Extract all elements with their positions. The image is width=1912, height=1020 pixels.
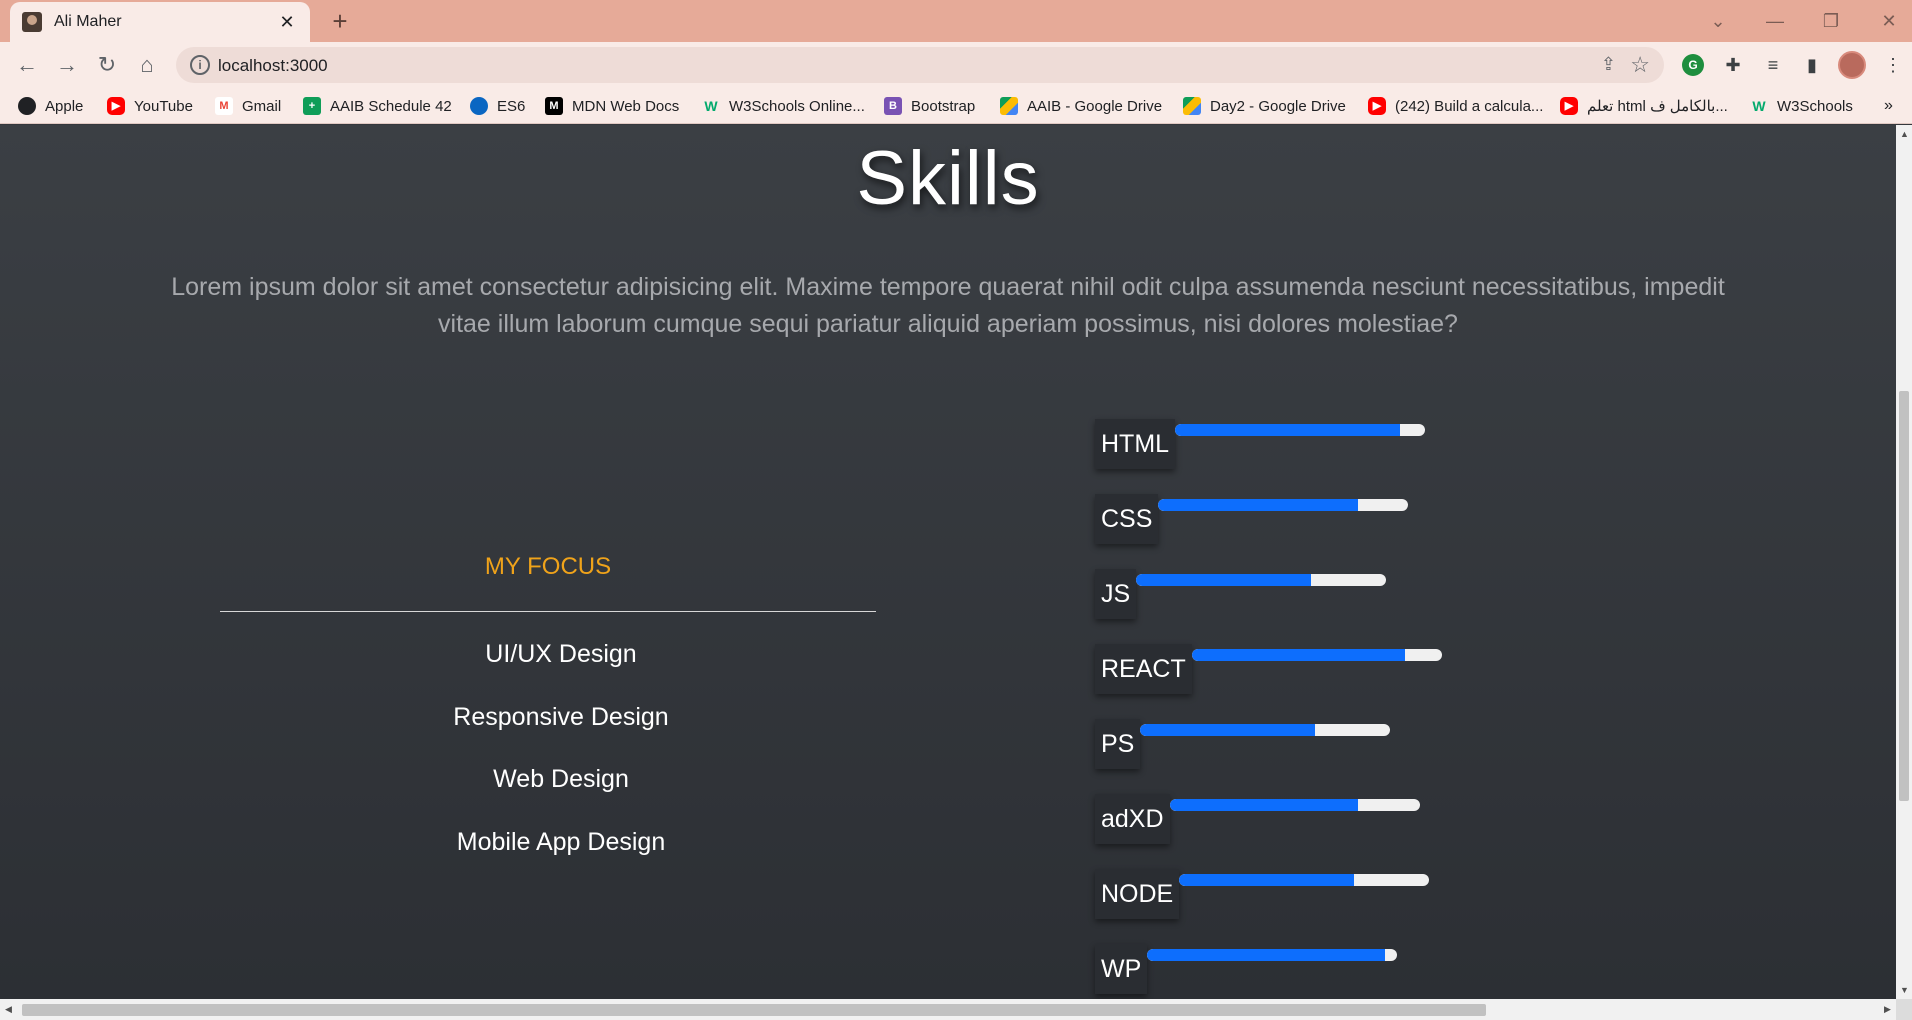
skill-label: JS [1095,569,1137,619]
bookmark-item[interactable]: ES6 [470,88,525,124]
bookmark-item[interactable]: ▶ تعلم html بالكامل ف... [1560,88,1728,124]
back-icon[interactable]: ← [10,48,44,82]
scroll-left-arrow-icon[interactable]: ◀ [5,1004,12,1015]
bookmark-item[interactable]: Day2 - Google Drive [1183,88,1346,124]
close-window-button[interactable]: ✕ [1869,6,1909,36]
skill-progress-bar [1158,499,1408,511]
reading-list-icon[interactable]: ≡ [1760,52,1786,78]
skill-progress-bar [1175,424,1425,436]
page-viewport: Skills Lorem ipsum dolor sit amet consec… [0,125,1896,999]
skill-label: HTML [1095,419,1176,469]
focus-item: Web Design [493,765,629,793]
scrollbar-corner [1896,999,1912,1020]
skill-progress-fill [1179,874,1354,886]
skill-label: REACT [1095,644,1192,694]
horizontal-scrollbar[interactable]: ◀ ▶ [0,999,1896,1020]
bookmark-item[interactable]: W W3Schools [1750,88,1852,124]
globe-icon [18,97,36,115]
tab-favicon-icon [22,12,42,32]
forward-icon[interactable]: → [50,48,84,82]
skill-progress-fill [1140,724,1315,736]
vertical-scroll-thumb[interactable] [1899,391,1909,801]
restore-button[interactable]: ❐ [1811,6,1851,36]
bookmark-item[interactable]: + AAIB Schedule 42 [303,88,452,124]
skill-label: adXD [1095,794,1170,844]
skill-progress-bar [1147,949,1397,961]
bookmark-item[interactable]: ▶ (242) Build a calcula... [1368,88,1543,124]
tab-strip: Ali Maher ✕ + ⌄ — ❐ ✕ [0,0,1912,42]
minimize-button[interactable]: — [1755,6,1795,36]
bookmark-item[interactable]: M MDN Web Docs [545,88,679,124]
w3schools-icon: W [1752,98,1766,114]
bookmarks-overflow-button[interactable]: » [1884,88,1893,124]
skill-progress-bar [1179,874,1429,886]
bookmark-item[interactable]: ▶ YouTube [107,88,193,124]
drive-icon [1183,97,1201,115]
youtube-icon: ▶ [107,97,125,115]
close-tab-icon[interactable]: ✕ [276,12,298,33]
share-icon[interactable]: ⇪ [1601,54,1616,75]
skill-progress-bar [1140,724,1390,736]
bookmark-star-icon[interactable]: ☆ [1630,52,1650,78]
skill-progress-bar [1192,649,1442,661]
tab-search-icon[interactable]: ⌄ [1698,6,1738,36]
youtube-icon: ▶ [1368,97,1386,115]
mdn-icon: M [545,97,563,115]
skill-progress-bar [1136,574,1386,586]
tab-title: Ali Maher [54,13,122,30]
bookmarks-bar: Apple ▶ YouTube M Gmail + AAIB Schedule … [0,88,1912,124]
page-title: Skills [856,136,1040,221]
browser-tab[interactable]: Ali Maher ✕ [10,2,310,42]
bookmark-item[interactable]: AAIB - Google Drive [1000,88,1162,124]
horizontal-scroll-thumb[interactable] [22,1004,1486,1016]
reload-icon[interactable]: ↻ [90,48,124,82]
skill-label: PS [1095,719,1141,769]
bootstrap-icon: B [884,97,902,115]
gmail-icon: M [215,97,233,115]
bookmark-item[interactable]: B Bootstrap [884,88,975,124]
scroll-right-arrow-icon[interactable]: ▶ [1884,1004,1891,1015]
home-icon[interactable]: ⌂ [130,48,164,82]
skill-label: CSS [1095,494,1159,544]
menu-kebab-icon[interactable]: ⋮ [1880,52,1906,78]
address-bar[interactable]: i localhost:3000 ⇪ ☆ [176,47,1664,83]
url-text[interactable]: localhost:3000 [218,56,328,76]
extensions-puzzle-icon[interactable]: ✚ [1720,52,1746,78]
w3schools-icon: W [704,98,718,114]
skill-progress-fill [1175,424,1400,436]
skill-progress-fill [1147,949,1385,961]
drive-icon [1000,97,1018,115]
skill-label: NODE [1095,869,1180,919]
onedrive-icon [470,97,488,115]
profile-avatar[interactable] [1838,51,1866,79]
new-tab-button[interactable]: + [325,6,355,36]
focus-heading: MY FOCUS [484,553,612,580]
browser-toolbar: ← → ↻ ⌂ i localhost:3000 ⇪ ☆ G ✚ ≡ ▮ ⋮ [0,42,1912,88]
skill-progress-bar [1170,799,1420,811]
scroll-up-arrow-icon[interactable]: ▲ [1900,129,1909,139]
bookmark-item[interactable]: Apple [18,88,83,124]
focus-item: Responsive Design [453,703,669,731]
bookmark-item[interactable]: W W3Schools Online... [702,88,865,124]
vertical-scrollbar[interactable]: ▲ ▼ [1896,125,1912,999]
focus-divider [220,611,876,612]
extension-grammarly-icon[interactable]: G [1682,54,1704,76]
skill-progress-fill [1158,499,1358,511]
side-panel-icon[interactable]: ▮ [1799,52,1825,78]
skill-progress-fill [1170,799,1358,811]
skill-label: WP [1095,944,1148,994]
focus-item: Mobile App Design [456,828,666,856]
focus-item: UI/UX Design [485,640,637,668]
skill-progress-fill [1192,649,1405,661]
youtube-icon: ▶ [1560,97,1578,115]
scroll-down-arrow-icon[interactable]: ▼ [1900,985,1909,995]
sheets-icon: + [303,97,321,115]
bookmark-item[interactable]: M Gmail [215,88,281,124]
skill-progress-fill [1136,574,1311,586]
intro-paragraph: Lorem ipsum dolor sit amet consectetur a… [171,273,1725,338]
site-info-icon[interactable]: i [190,55,210,75]
